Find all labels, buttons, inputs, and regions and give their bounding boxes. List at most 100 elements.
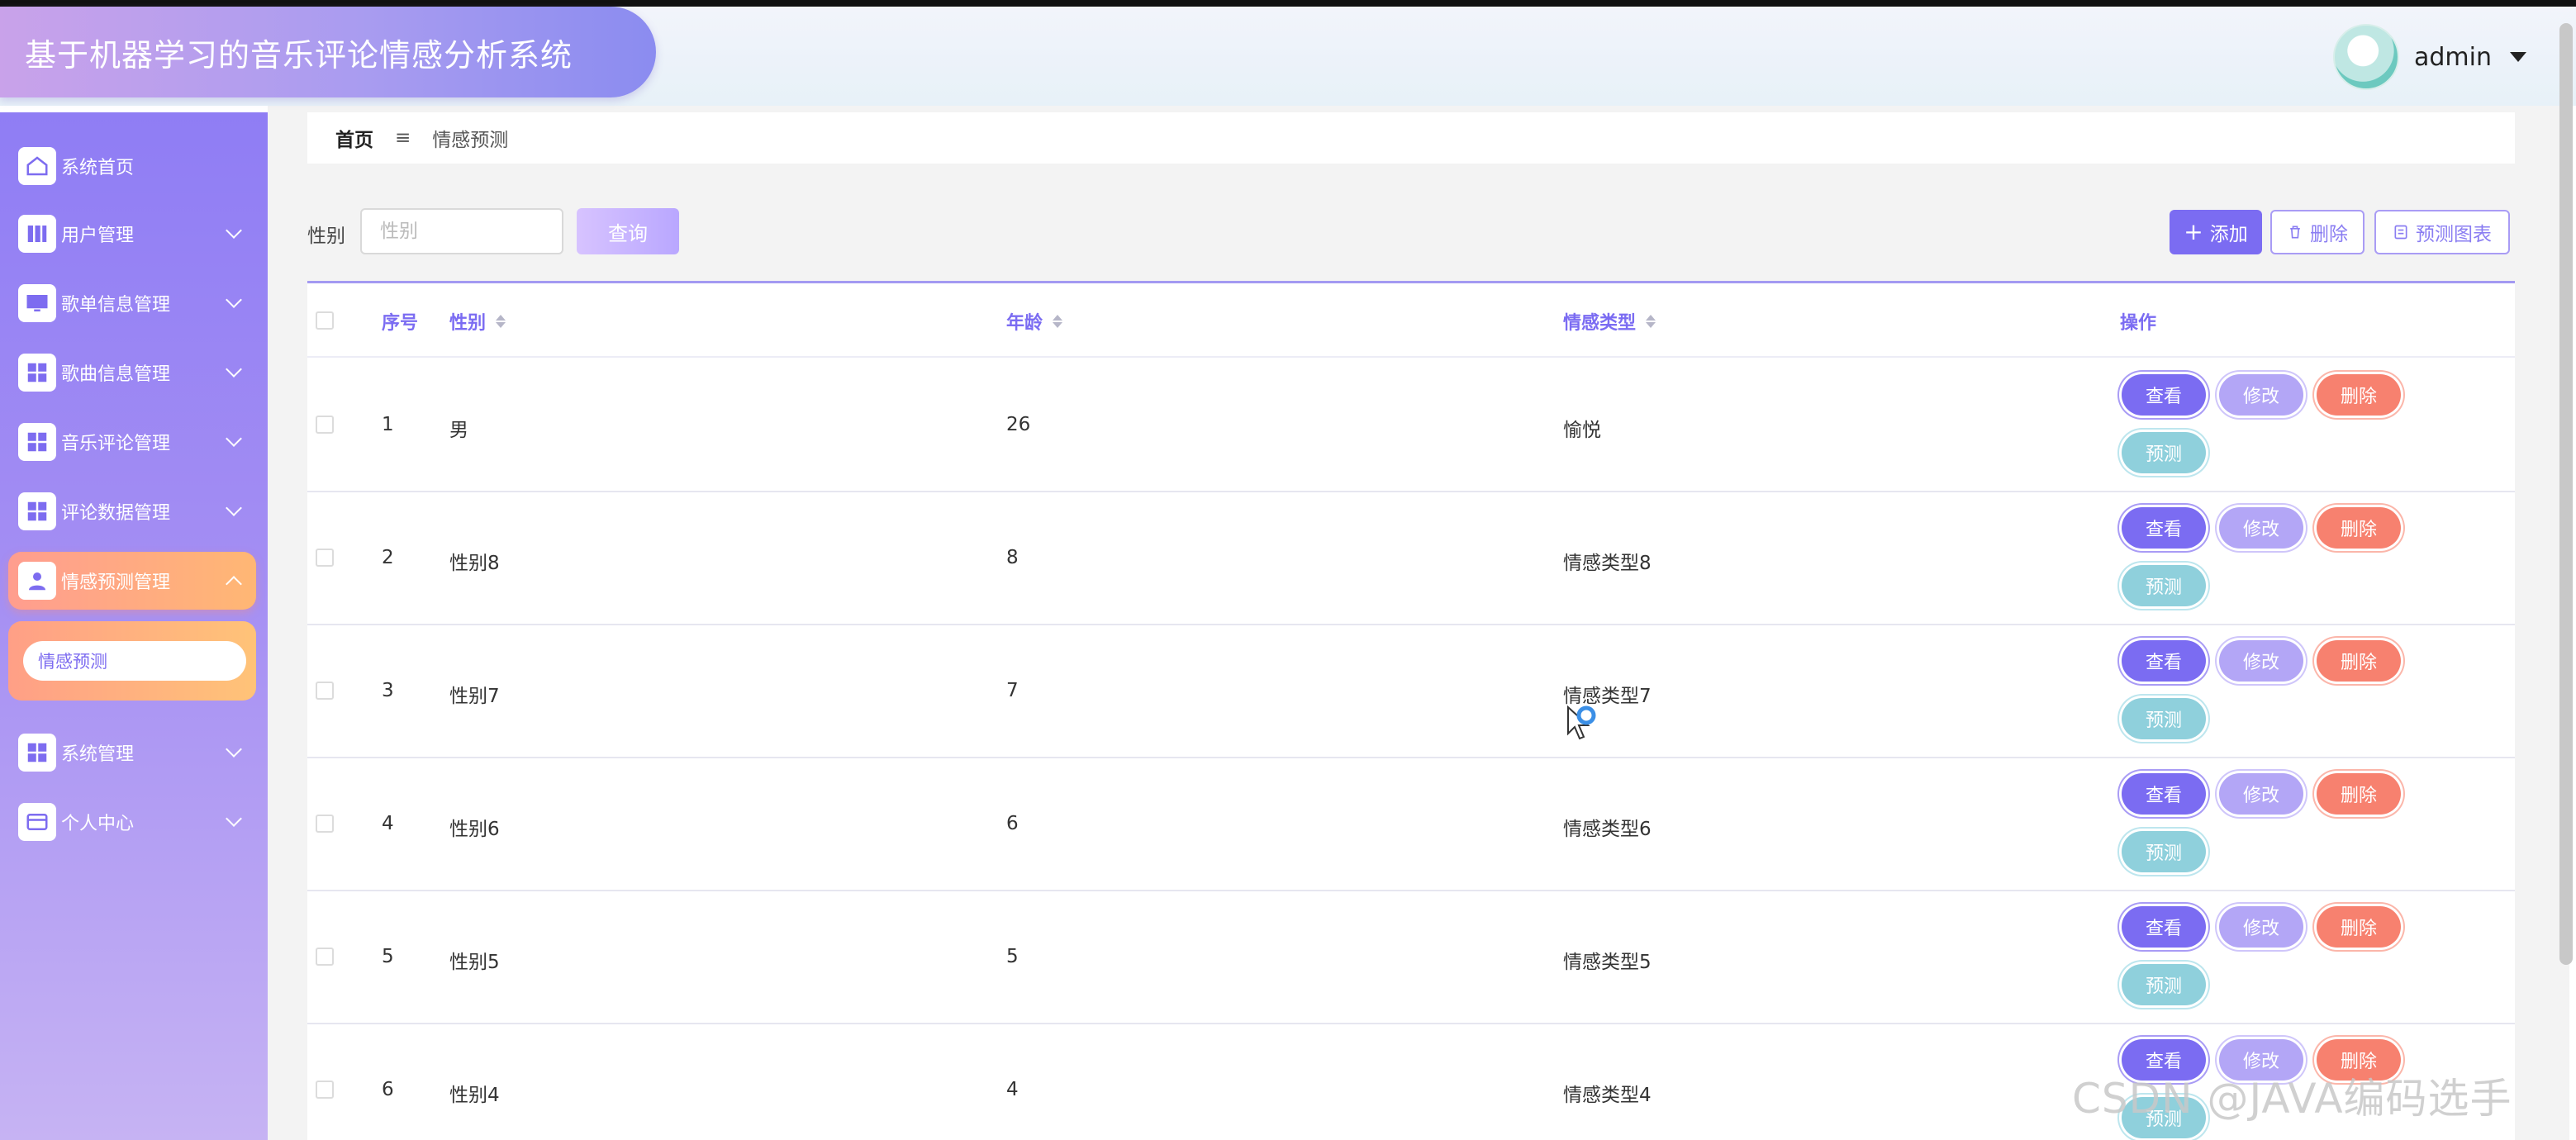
sidebar-item-profile[interactable]: 个人中心 xyxy=(0,793,268,851)
row-checkbox[interactable] xyxy=(316,948,334,966)
cell-emotion: 愉悦 xyxy=(1563,420,1601,441)
sort-icon[interactable] xyxy=(1053,315,1063,328)
chevron-down-icon xyxy=(226,500,242,516)
chevron-down-icon xyxy=(226,810,242,827)
cell-age: 7 xyxy=(1006,680,1019,701)
table-row: 4 性别6 6 情感类型6 查看 修改 删除 预测 xyxy=(307,758,2515,891)
view-button[interactable]: 查看 xyxy=(2122,507,2206,549)
sort-icon[interactable] xyxy=(1646,315,1656,328)
sidebar-item-songs[interactable]: 歌曲信息管理 xyxy=(0,344,268,401)
cell-emotion: 情感类型8 xyxy=(1563,553,1652,574)
breadcrumb-home[interactable]: 首页 xyxy=(335,124,373,152)
sidebar-item-system[interactable]: 系统管理 xyxy=(0,724,268,781)
breadcrumb: 首页 ≡ 情感预测 xyxy=(307,112,2515,164)
column-header-age-label: 年龄 xyxy=(1006,313,1043,334)
row-checkbox[interactable] xyxy=(316,682,334,700)
cell-index: 1 xyxy=(382,414,394,435)
sidebar-item-home[interactable]: 系统首页 xyxy=(0,137,268,195)
column-header-gender[interactable]: 性别 xyxy=(449,308,506,335)
cell-emotion: 情感类型5 xyxy=(1563,952,1652,973)
app-title-banner: 基于机器学习的音乐评论情感分析系统 xyxy=(0,7,656,97)
column-header-gender-label: 性别 xyxy=(449,313,487,334)
cell-index: 4 xyxy=(382,813,394,834)
row-checkbox[interactable] xyxy=(316,416,334,434)
wallet-icon xyxy=(18,803,56,841)
select-all-checkbox[interactable] xyxy=(316,311,334,330)
column-header-emotion-label: 情感类型 xyxy=(1563,313,1637,334)
sidebar-item-users[interactable]: 用户管理 xyxy=(0,205,268,263)
grid-icon xyxy=(18,734,56,772)
user-menu[interactable]: admin xyxy=(2333,21,2526,93)
delete-button[interactable]: 删除 xyxy=(2317,906,2401,948)
breadcrumb-current: 情感预测 xyxy=(432,130,509,151)
predict-button[interactable]: 预测 xyxy=(2122,964,2206,1005)
column-header-emotion[interactable]: 情感类型 xyxy=(1563,308,1656,335)
cell-age: 26 xyxy=(1006,414,1031,435)
cell-gender: 性别6 xyxy=(449,819,500,840)
query-button[interactable]: 查询 xyxy=(577,208,679,254)
user-name[interactable]: admin xyxy=(2414,43,2492,72)
trash-icon xyxy=(2290,226,2300,239)
row-checkbox[interactable] xyxy=(316,549,334,567)
view-button[interactable]: 查看 xyxy=(2122,906,2206,948)
sidebar-submenu: 情感预测 xyxy=(8,621,256,701)
sidebar-item-label: 评论数据管理 xyxy=(61,503,171,524)
edit-button[interactable]: 修改 xyxy=(2219,773,2303,815)
sidebar-item-label: 系统管理 xyxy=(61,744,135,765)
chart-icon xyxy=(2394,225,2407,240)
cell-index: 2 xyxy=(382,547,394,568)
sidebar-item-emotion-prediction[interactable]: 情感预测管理 xyxy=(8,552,256,610)
view-button[interactable]: 查看 xyxy=(2122,374,2206,416)
sidebar-item-music-comments[interactable]: 音乐评论管理 xyxy=(0,413,268,471)
page-scrollbar[interactable] xyxy=(2559,23,2573,965)
table-row: 5 性别5 5 情感类型5 查看 修改 删除 预测 xyxy=(307,891,2515,1024)
sidebar-item-label: 歌曲信息管理 xyxy=(61,364,171,385)
avatar[interactable] xyxy=(2333,24,2399,90)
column-header-actions: 操作 xyxy=(2120,313,2157,334)
predict-button[interactable]: 预测 xyxy=(2122,565,2206,606)
edit-button[interactable]: 修改 xyxy=(2219,507,2303,549)
table-row: 2 性别8 8 情感类型8 查看 修改 删除 预测 xyxy=(307,492,2515,625)
sidebar: 系统首页 用户管理 歌单信息管理 歌曲信息管理 音乐评论管理 评论数据管理 情感… xyxy=(0,112,268,1140)
cell-gender: 性别5 xyxy=(449,952,500,973)
cell-gender: 性别7 xyxy=(449,686,500,707)
sidebar-item-playlists[interactable]: 歌单信息管理 xyxy=(0,274,268,332)
watermark-text: CSDN @JAVA编码选手 xyxy=(2072,1075,2512,1123)
edit-button[interactable]: 修改 xyxy=(2219,374,2303,416)
cell-gender: 性别4 xyxy=(449,1085,500,1106)
add-button[interactable]: + 添加 xyxy=(2170,210,2262,254)
predict-button[interactable]: 预测 xyxy=(2122,698,2206,739)
sidebar-item-comment-data[interactable]: 评论数据管理 xyxy=(0,482,268,540)
view-button[interactable]: 查看 xyxy=(2122,773,2206,815)
delete-button[interactable]: 删除 xyxy=(2317,773,2401,815)
view-button[interactable]: 查看 xyxy=(2122,640,2206,682)
edit-button[interactable]: 修改 xyxy=(2219,640,2303,682)
caret-down-icon[interactable] xyxy=(2510,52,2526,62)
edit-button[interactable]: 修改 xyxy=(2219,906,2303,948)
delete-button[interactable]: 删除 xyxy=(2317,640,2401,682)
cell-age: 5 xyxy=(1006,946,1019,967)
delete-button[interactable]: 删除 xyxy=(2317,507,2401,549)
book-icon xyxy=(18,215,56,253)
delete-button[interactable]: 删除 xyxy=(2317,374,2401,416)
data-table: 序号 性别 年龄 情感类型 操作 1 男 26 愉悦 查看 修改 删除 预测 2 xyxy=(307,281,2515,1140)
chevron-down-icon xyxy=(226,430,242,447)
predict-button[interactable]: 预测 xyxy=(2122,831,2206,872)
prediction-chart-button[interactable]: 预测图表 xyxy=(2374,210,2510,254)
monitor-icon xyxy=(18,284,56,322)
chevron-down-icon xyxy=(226,741,242,758)
sidebar-item-label: 个人中心 xyxy=(61,814,135,834)
grid-icon xyxy=(18,423,56,461)
sort-icon[interactable] xyxy=(496,315,506,328)
plus-icon: + xyxy=(2184,218,2203,245)
sidebar-subitem-emotion-prediction[interactable]: 情感预测 xyxy=(23,641,246,681)
column-header-age[interactable]: 年龄 xyxy=(1006,308,1063,335)
gender-search-input[interactable] xyxy=(360,208,563,254)
row-checkbox[interactable] xyxy=(316,815,334,833)
grid-icon xyxy=(18,354,56,392)
user-icon xyxy=(18,562,56,600)
cell-age: 8 xyxy=(1006,547,1019,568)
batch-delete-button[interactable]: 删除 xyxy=(2270,210,2365,254)
predict-button[interactable]: 预测 xyxy=(2122,432,2206,473)
row-checkbox[interactable] xyxy=(316,1081,334,1099)
